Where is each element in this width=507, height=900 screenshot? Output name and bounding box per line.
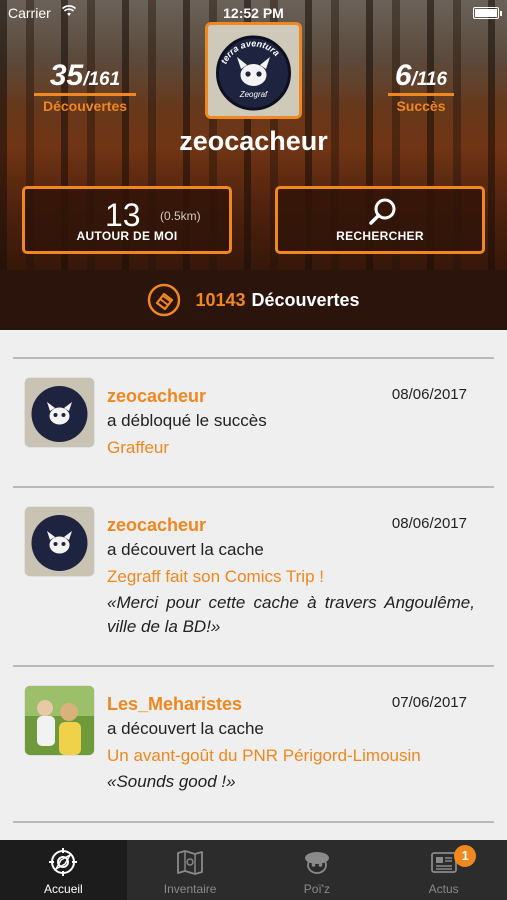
discoveries-label: Découvertes — [42, 98, 128, 114]
feed-target-link[interactable]: Un avant-goût du PNR Périgord-Limousin — [107, 746, 421, 766]
tab-label: Accueil — [44, 882, 83, 896]
feed-username[interactable]: zeocacheur — [107, 515, 206, 536]
feed-date: 08/06/2017 — [391, 386, 467, 403]
profile-username: zeocacheur — [179, 126, 328, 156]
around-me-label: AUTOUR DE MOI — [76, 229, 178, 243]
feed-target-link[interactable]: Zegraff fait son Comics Trip ! — [107, 567, 324, 587]
search-label: RECHERCHER — [336, 229, 424, 243]
magnifier-icon — [369, 198, 396, 225]
stat-underline — [34, 93, 136, 96]
status-time: 12:52 PM — [223, 5, 284, 21]
feed-date: 07/06/2017 — [391, 694, 467, 711]
tab-label: Inventaire — [163, 882, 217, 896]
tab-poiz[interactable]: Poï'z — [254, 840, 381, 900]
discoveries-stat[interactable]: 35/161 Découvertes — [30, 60, 140, 114]
search-button[interactable]: RECHERCHER — [275, 186, 485, 254]
feed-action: a débloqué le succès — [107, 411, 267, 430]
tab-label: Actus — [428, 882, 459, 896]
terra-aventura-logo-icon: terra aventura Zeograf — [208, 25, 299, 116]
feed-action: a découvert la cache — [107, 719, 264, 738]
feed-comment: «Merci pour cette cache à travers Angoul… — [107, 593, 475, 636]
tab-bar: Accueil Inventaire Poï'z Actus 1 — [0, 840, 507, 900]
community-discoveries-label: Découvertes — [251, 289, 360, 310]
user-avatar[interactable] — [25, 378, 94, 447]
community-discoveries-bar[interactable]: 10143 Découvertes — [0, 270, 507, 330]
feed-target-link[interactable]: Graffeur — [107, 438, 169, 458]
achievements-total: /116 — [411, 69, 448, 90]
feed-username[interactable]: Les_Meharistes — [107, 694, 242, 715]
stat-underline — [388, 93, 454, 96]
tab-inventaire[interactable]: Inventaire — [127, 840, 254, 900]
community-discoveries-count: 10143 — [195, 289, 246, 310]
feed-divider — [13, 486, 494, 488]
family-photo-icon — [25, 686, 94, 755]
around-me-button[interactable]: 13 (0.5km) AUTOUR DE MOI — [22, 186, 232, 254]
feed-divider — [13, 357, 494, 359]
notification-badge: 1 — [454, 845, 477, 867]
tab-actus[interactable]: Actus 1 — [380, 840, 507, 900]
terra-aventura-logo-icon — [25, 507, 94, 576]
logo-text-bottom: Zeograf — [239, 90, 268, 99]
poiz-character-icon — [304, 852, 329, 874]
cache-badge-icon — [148, 283, 181, 317]
battery-icon — [473, 7, 502, 19]
feed-comment: «Sounds good !» — [107, 772, 236, 791]
achievements-label: Succès — [396, 98, 446, 114]
user-avatar[interactable] — [25, 507, 94, 576]
achievements-stat[interactable]: 6/116 Succès — [384, 60, 458, 114]
feed-username[interactable]: zeocacheur — [107, 386, 206, 407]
feed-divider — [13, 821, 494, 823]
feed-action: a découvert la cache — [107, 540, 264, 559]
around-me-distance: (0.5km) — [160, 209, 201, 223]
feed-date: 08/06/2017 — [391, 515, 467, 532]
profile-avatar[interactable]: terra aventura Zeograf — [205, 22, 302, 119]
terra-aventura-logo-icon — [25, 378, 94, 447]
tab-label: Poï'z — [303, 882, 331, 896]
achievements-count: 6 — [394, 59, 412, 92]
user-avatar[interactable] — [25, 686, 94, 755]
compass-icon — [49, 848, 78, 876]
discoveries-count: 35 — [49, 59, 84, 92]
community-discoveries-text: 10143 Découvertes — [195, 290, 359, 311]
feed-divider — [13, 665, 494, 667]
tab-accueil[interactable]: Accueil — [0, 840, 127, 900]
discoveries-total: /161 — [83, 69, 121, 90]
inventory-map-icon — [177, 850, 204, 875]
